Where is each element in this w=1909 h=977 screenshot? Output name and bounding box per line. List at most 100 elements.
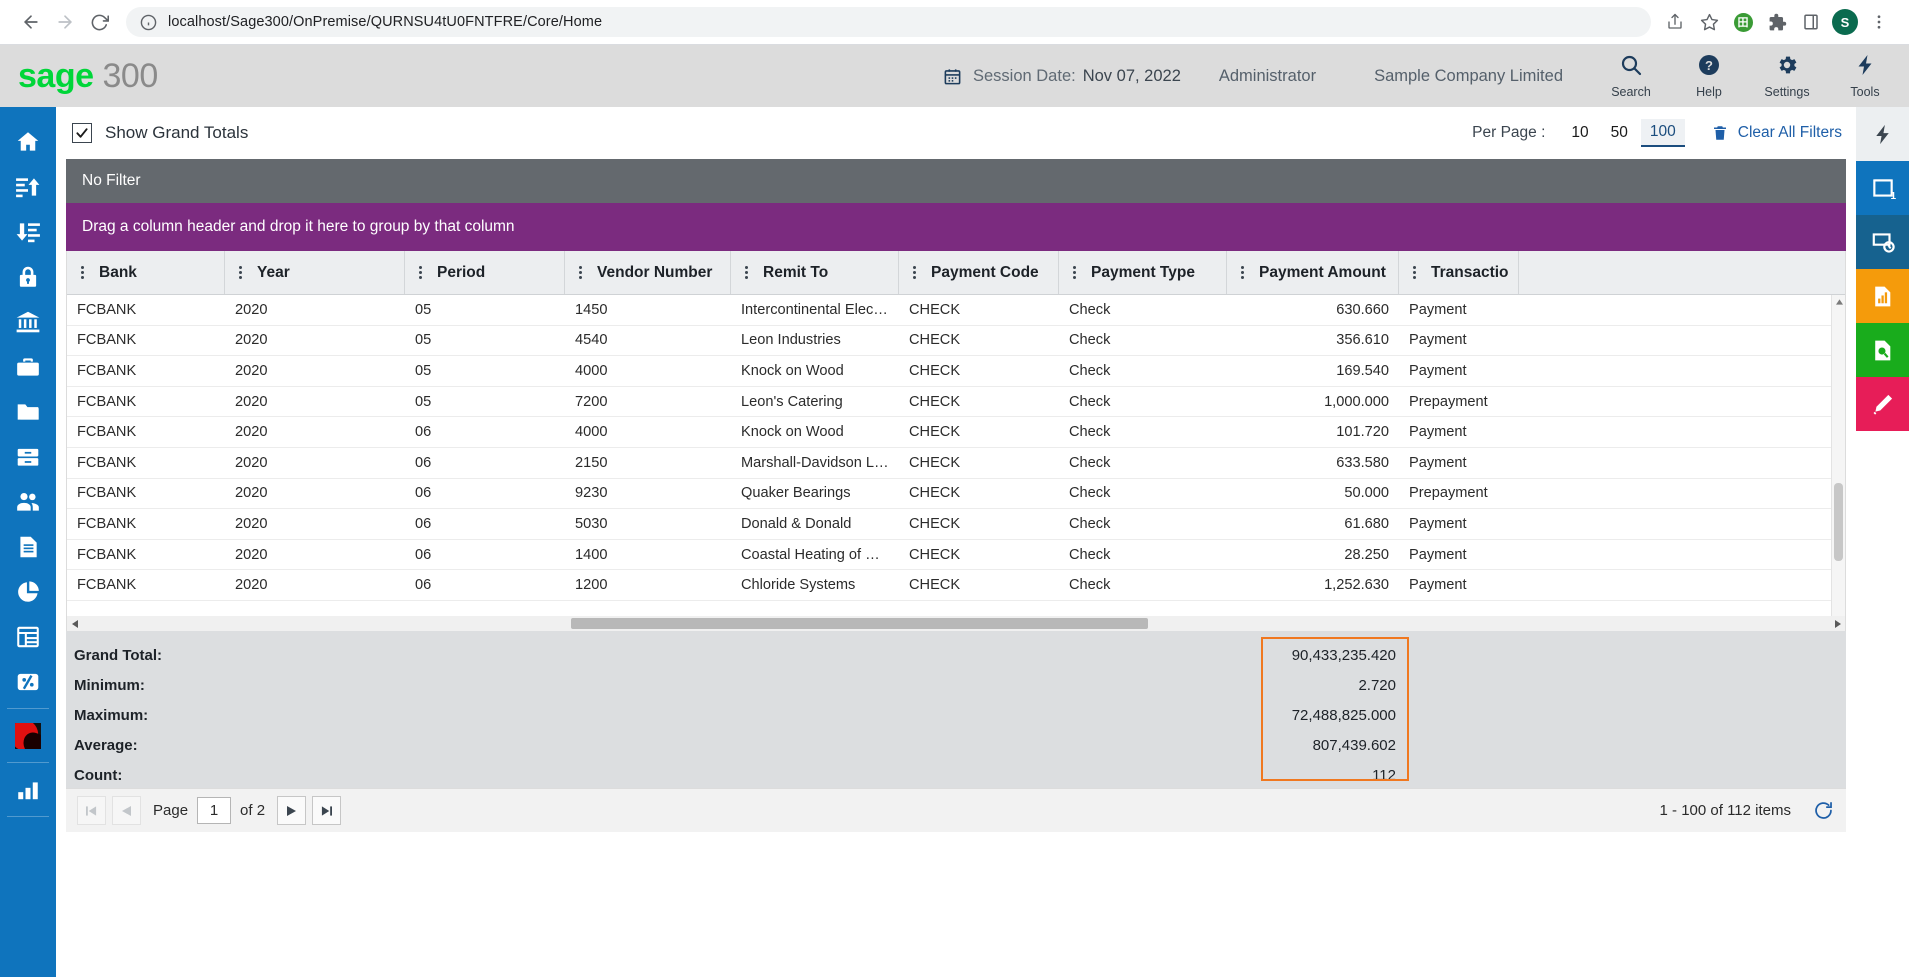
table-cell-period: 05 [415,301,432,318]
show-grand-totals-checkbox[interactable] [72,123,92,143]
table-cell-year: 2020 [235,515,268,532]
table-cell-bank: FCBANK [77,424,137,441]
rail-item-notes-panel[interactable] [1856,377,1909,431]
totals-value: 112 [1372,766,1396,784]
refresh-icon[interactable] [1813,800,1834,821]
grid-column-header[interactable]: Bank [67,251,225,294]
rail-item-recent-windows[interactable] [1856,215,1909,269]
per-page-option-10[interactable]: 10 [1562,120,1597,146]
last-page-button[interactable] [312,796,342,825]
grid-column-header[interactable]: Vendor Number [565,251,731,294]
address-bar[interactable]: localhost/Sage300/OnPremise/QURNSU4tU0FN… [126,7,1651,37]
table-row[interactable]: FCBANK 2020 06 5030 Donald & Donald CHECK Chec… [67,509,1845,540]
sidebar-item-general-ledger[interactable] [0,389,56,434]
per-page-option-100[interactable]: 100 [1640,119,1685,147]
rail-item-tools-panel[interactable] [1856,107,1909,161]
sidebar-item-accounts-receivable[interactable] [0,209,56,254]
sidebar-item-order-entry[interactable] [0,524,56,569]
table-row[interactable]: FCBANK 2020 05 4540 Leon Industries CHECK Chec… [67,326,1845,357]
grid-horizontal-scrollbar[interactable] [67,616,1845,631]
grid-column-header[interactable]: Year [225,251,405,294]
table-row[interactable]: FCBANK 2020 06 9230 Quaker Bearings CHECK Chec… [67,479,1845,510]
sidebar-item-project-costing[interactable] [0,569,56,614]
profile-avatar[interactable]: S [1829,6,1861,38]
horizontal-scroll-thumb[interactable] [571,618,1149,629]
sage-logo[interactable]: sage 300 [18,57,158,96]
grid-column-header[interactable]: Payment Type [1059,251,1227,294]
extension-badge-icon[interactable]: 田 [1727,6,1759,38]
column-menu-icon[interactable] [573,266,587,279]
side-panel-icon[interactable] [1795,6,1827,38]
browser-reload-button[interactable] [82,5,116,39]
grid-vertical-scrollbar[interactable] [1831,295,1845,631]
grid-column-header[interactable]: Remit To [731,251,899,294]
column-menu-icon[interactable] [739,266,753,279]
vertical-scroll-thumb[interactable] [1834,483,1843,561]
show-grand-totals-control[interactable]: Show Grand Totals [72,123,248,143]
table-cell-ptype: Check [1069,546,1111,563]
table-row[interactable]: FCBANK 2020 05 7200 Leon's Catering CHECK Chec… [67,387,1845,418]
header-tools-button[interactable]: Tools [1839,53,1891,99]
table-row[interactable]: FCBANK 2020 05 4000 Knock on Wood CHECK Check 1… [67,356,1845,387]
horizontal-scroll-track[interactable] [82,616,1830,631]
table-cell-transaction: Payment [1409,362,1467,379]
table-row[interactable]: FCBANK 2020 06 1400 Coastal Heating of Otta.… [67,540,1845,571]
sidebar-item-bank-services[interactable] [0,299,56,344]
header-settings-button[interactable]: Settings [1761,53,1813,99]
site-info-icon[interactable] [140,14,157,31]
table-cell-period: 06 [415,546,432,563]
scroll-up-arrow[interactable] [1832,295,1846,309]
grid-column-header[interactable]: Payment Amount [1227,251,1399,294]
rail-item-reports-panel[interactable] [1856,269,1909,323]
sidebar-item-home[interactable] [0,119,56,164]
column-menu-icon[interactable] [1067,266,1081,279]
rail-item-open-windows[interactable]: 1 [1856,161,1909,215]
column-menu-icon[interactable] [413,266,427,279]
page-number-input[interactable] [197,797,232,824]
table-row[interactable]: FCBANK 2020 06 2150 Marshall-Davidson Ltd. CH… [67,448,1845,479]
table-cell-vendor: 9230 [575,485,608,502]
main-content: Show Grand Totals Per Page : 10 50 100 C… [56,107,1856,977]
sidebar-item-common-services[interactable] [0,344,56,389]
logo-sage-text: sage [18,56,94,95]
scroll-right-arrow[interactable] [1830,616,1845,631]
sidebar-item-accounts-payable[interactable] [0,164,56,209]
grid-column-header[interactable]: Payment Code [899,251,1059,294]
sidebar-item-reports[interactable] [0,767,56,812]
sidebar-item-tax-services[interactable] [0,659,56,704]
sidebar-item-administrative-services[interactable] [0,254,56,299]
scroll-left-arrow[interactable] [67,616,82,631]
header-search-button[interactable]: Search [1605,53,1657,99]
table-row[interactable]: FCBANK 2020 06 1200 Chloride Systems CHECK Che… [67,570,1845,601]
grid-column-header[interactable]: Period [405,251,565,294]
column-menu-icon[interactable] [1407,266,1421,279]
column-menu-icon[interactable] [75,266,89,279]
browser-forward-button[interactable] [48,5,82,39]
browser-back-button[interactable] [14,5,48,39]
filter-status-bar[interactable]: No Filter [66,159,1846,203]
column-menu-icon[interactable] [907,266,921,279]
group-drop-zone[interactable]: Drag a column header and drop it here to… [66,203,1846,251]
next-page-button[interactable] [277,796,307,825]
table-cell-bank: FCBANK [77,515,137,532]
rail-item-inquiry-panel[interactable] [1856,323,1909,377]
clear-all-filters-button[interactable]: Clear All Filters [1711,124,1842,142]
sidebar-item-payroll[interactable] [0,479,56,524]
grid-column-header[interactable]: Transactio [1399,251,1519,294]
puzzle-piece-icon[interactable] [1761,6,1793,38]
table-cell-remit: Leon's Catering [741,393,843,410]
sidebar-item-purchase-orders[interactable] [0,614,56,659]
table-row[interactable]: FCBANK 2020 06 4000 Knock on Wood CHECK Check 1… [67,417,1845,448]
column-menu-icon[interactable] [1235,266,1249,279]
table-row[interactable]: FCBANK 2020 05 1450 Intercontinental Electro… [67,295,1845,326]
first-page-button[interactable] [77,796,106,825]
column-menu-icon[interactable] [233,266,247,279]
share-icon[interactable] [1659,6,1691,38]
prev-page-button[interactable] [112,796,141,825]
sidebar-item-custom-module[interactable] [0,713,56,758]
header-help-button[interactable]: ? Help [1683,53,1735,99]
per-page-option-50[interactable]: 50 [1602,120,1637,146]
sidebar-item-inventory-control[interactable] [0,434,56,479]
kebab-menu-icon[interactable] [1863,6,1895,38]
star-icon[interactable] [1693,6,1725,38]
